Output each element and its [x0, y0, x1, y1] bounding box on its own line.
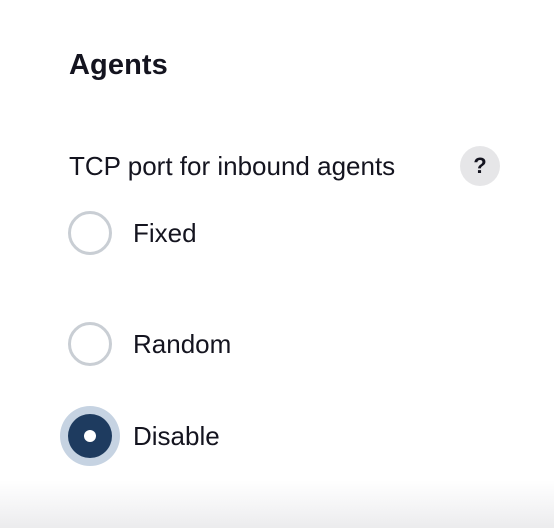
radio-fixed[interactable] — [68, 211, 112, 255]
agents-section: Agents TCP port for inbound agents ? Fix… — [0, 0, 554, 528]
radio-disable[interactable] — [68, 414, 112, 458]
bottom-shadow — [0, 480, 554, 528]
radio-option-disable[interactable]: Disable — [68, 414, 220, 458]
tcp-port-label: TCP port for inbound agents — [69, 151, 396, 181]
radio-option-fixed[interactable]: Fixed — [68, 211, 197, 255]
radio-option-random[interactable]: Random — [68, 322, 231, 366]
tcp-port-label-row: TCP port for inbound agents ? — [69, 146, 500, 186]
help-button[interactable]: ? — [460, 146, 500, 186]
section-title: Agents — [69, 49, 168, 81]
radio-label-random[interactable]: Random — [133, 326, 231, 362]
radio-selected-dot — [84, 430, 96, 442]
radio-label-disable[interactable]: Disable — [133, 418, 220, 454]
radio-random[interactable] — [68, 322, 112, 366]
radio-label-fixed[interactable]: Fixed — [133, 215, 197, 251]
